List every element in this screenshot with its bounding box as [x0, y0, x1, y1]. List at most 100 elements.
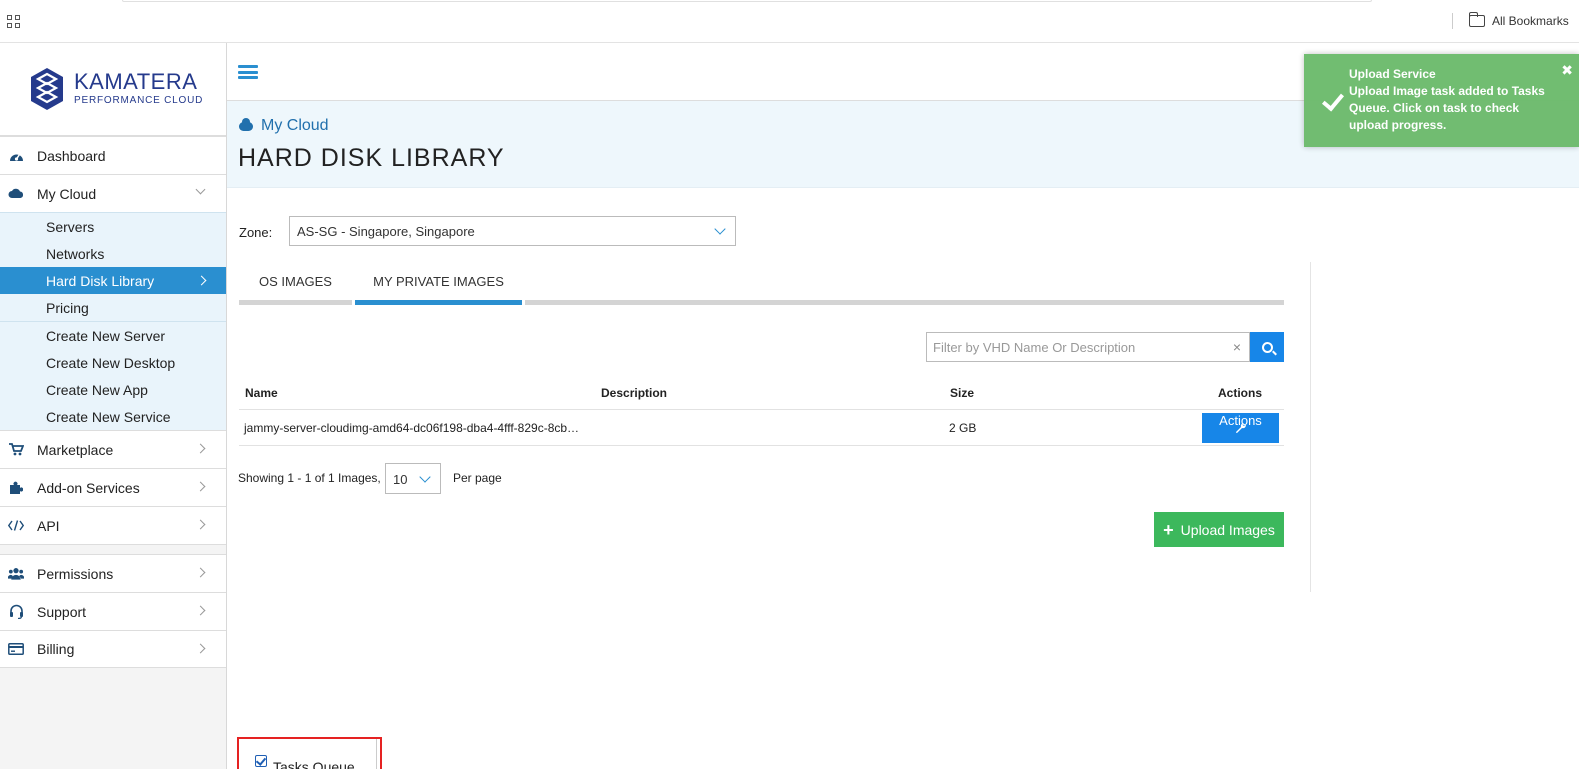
breadcrumb[interactable]: My Cloud	[239, 117, 329, 135]
sidebar-item-dashboard[interactable]: Dashboard	[0, 136, 226, 174]
cloud-icon	[239, 117, 253, 131]
tab-os-images[interactable]: OS IMAGES	[239, 262, 352, 305]
cloud-icon	[8, 186, 24, 202]
puzzle-icon	[8, 480, 24, 496]
sidebar-subitem-pricing[interactable]: Pricing	[0, 294, 226, 321]
headset-icon	[8, 604, 24, 620]
sidebar-item-billing[interactable]: Billing	[0, 630, 226, 668]
sidebar-subitem-create-new-desktop[interactable]: Create New Desktop	[0, 349, 226, 376]
sidebar-item-api[interactable]: API	[0, 506, 226, 544]
sidebar-item-add-on-services[interactable]: Add-on Services	[0, 468, 226, 506]
sidebar: KAMATERA PERFORMANCE CLOUD Dashboard My …	[0, 43, 227, 769]
browser-bookmark-bar: All Bookmarks	[0, 0, 1579, 43]
subitem-label: Create New Service	[46, 408, 171, 425]
chevron-right-icon	[195, 481, 206, 492]
search-button[interactable]	[1250, 332, 1284, 362]
table-header: Name Description Size Actions	[239, 386, 1284, 410]
chevron-down-icon	[714, 223, 726, 235]
toast-title: Upload Service	[1349, 67, 1436, 81]
chevron-right-icon	[195, 567, 206, 578]
plus-icon: +	[1163, 519, 1174, 540]
sidebar-subitem-create-new-server[interactable]: Create New Server	[0, 322, 226, 349]
filter-input[interactable]	[927, 333, 1217, 361]
sidebar-subitem-servers[interactable]: Servers	[0, 213, 226, 240]
breadcrumb-label: My Cloud	[261, 117, 329, 134]
sidebar-subitem-networks[interactable]: Networks	[0, 240, 226, 267]
content-divider	[1310, 262, 1311, 592]
kamatera-logo-icon	[31, 68, 63, 110]
image-tabs: OS IMAGES MY PRIVATE IMAGES	[239, 262, 1284, 305]
sidebar-item-label: My Cloud	[37, 185, 97, 202]
apps-grid-icon[interactable]	[7, 15, 21, 29]
chevron-right-icon	[196, 275, 207, 286]
all-bookmarks-button[interactable]: All Bookmarks	[1468, 12, 1569, 28]
sidebar-item-label: Support	[37, 603, 87, 620]
tab-my-private-images[interactable]: MY PRIVATE IMAGES	[355, 262, 522, 305]
column-header-size[interactable]: Size	[950, 386, 974, 400]
logo[interactable]: KAMATERA PERFORMANCE CLOUD	[0, 43, 226, 136]
brand-name: KAMATERA	[74, 69, 198, 94]
search-icon	[1261, 341, 1273, 353]
chevron-right-icon	[195, 519, 206, 530]
column-header-description[interactable]: Description	[601, 386, 667, 400]
per-page-value: 10	[393, 472, 408, 487]
my-cloud-submenu: Servers Networks Hard Disk Library Prici…	[0, 212, 226, 430]
sidebar-item-label: Add-on Services	[37, 479, 140, 496]
sidebar-item-label: API	[37, 517, 60, 534]
sidebar-item-label: Billing	[37, 641, 75, 657]
subitem-label: Networks	[46, 245, 105, 262]
checkbox-icon	[255, 755, 267, 767]
upload-toast[interactable]: Upload Service Upload Image task added t…	[1304, 54, 1579, 147]
table-row[interactable]: jammy-server-cloudimg-amd64-dc06f198-dba…	[239, 410, 1284, 446]
actions-label: Actions	[1219, 413, 1262, 428]
chevron-right-icon	[195, 605, 206, 616]
subitem-label: Create New Desktop	[46, 354, 176, 371]
actions-button[interactable]: Actions	[1202, 413, 1279, 443]
sidebar-item-label: Permissions	[37, 565, 114, 582]
filter-box: ×	[926, 332, 1250, 362]
subitem-label: Pricing	[46, 299, 89, 316]
sidebar-item-permissions[interactable]: Permissions	[0, 554, 226, 592]
tasks-queue-label: Tasks Queue	[273, 759, 355, 769]
chevron-right-icon	[195, 643, 206, 654]
column-header-actions: Actions	[1218, 386, 1263, 400]
zone-label: Zone:	[239, 225, 273, 240]
bookmark-separator	[1452, 13, 1453, 29]
sidebar-nav: Dashboard My Cloud Servers Networks Hard…	[0, 136, 226, 668]
page-title: HARD DISK LIBRARY	[238, 144, 505, 172]
hamburger-menu-icon[interactable]	[238, 65, 258, 79]
subitem-label: Servers	[46, 218, 95, 235]
sidebar-item-marketplace[interactable]: Marketplace	[0, 430, 226, 468]
sidebar-subitem-create-new-service[interactable]: Create New Service	[0, 403, 226, 430]
sidebar-gap	[0, 544, 226, 554]
image-name: jammy-server-cloudimg-amd64-dc06f198-dba…	[244, 421, 580, 435]
zone-select[interactable]: AS-SG - Singapore, Singapore	[289, 216, 736, 246]
cart-icon	[8, 442, 24, 458]
sidebar-item-support[interactable]: Support	[0, 592, 226, 630]
brand-tagline: PERFORMANCE CLOUD	[74, 95, 204, 106]
folder-icon	[1468, 12, 1485, 27]
all-bookmarks-label: All Bookmarks	[1492, 14, 1569, 28]
address-bar-edge	[122, 0, 1372, 2]
subitem-label: Create New App	[46, 381, 148, 398]
close-icon[interactable]: ✖	[1561, 62, 1573, 79]
toast-message: Upload Image task added to Tasks Queue. …	[1349, 84, 1545, 132]
sidebar-subitem-create-new-app[interactable]: Create New App	[0, 376, 226, 403]
tab-label: MY PRIVATE IMAGES	[373, 274, 504, 289]
tasks-queue-button[interactable]: Tasks Queue	[237, 737, 382, 769]
sidebar-item-label: Dashboard	[37, 147, 106, 164]
subitem-label: Create New Server	[46, 327, 166, 344]
users-icon	[8, 566, 24, 582]
dashboard-icon	[8, 148, 24, 164]
sidebar-subitem-hard-disk-library[interactable]: Hard Disk Library	[0, 267, 226, 294]
sidebar-item-my-cloud[interactable]: My Cloud	[0, 174, 226, 212]
zone-value: AS-SG - Singapore, Singapore	[297, 224, 475, 239]
column-header-name[interactable]: Name	[245, 386, 278, 400]
chevron-down-icon	[419, 471, 431, 483]
image-size: 2 GB	[949, 421, 977, 435]
clear-filter-icon[interactable]: ×	[1233, 339, 1241, 355]
tab-indicator	[239, 300, 352, 305]
credit-card-icon	[8, 641, 24, 657]
upload-images-button[interactable]: + Upload Images	[1154, 512, 1284, 547]
per-page-select[interactable]: 10	[385, 463, 441, 494]
